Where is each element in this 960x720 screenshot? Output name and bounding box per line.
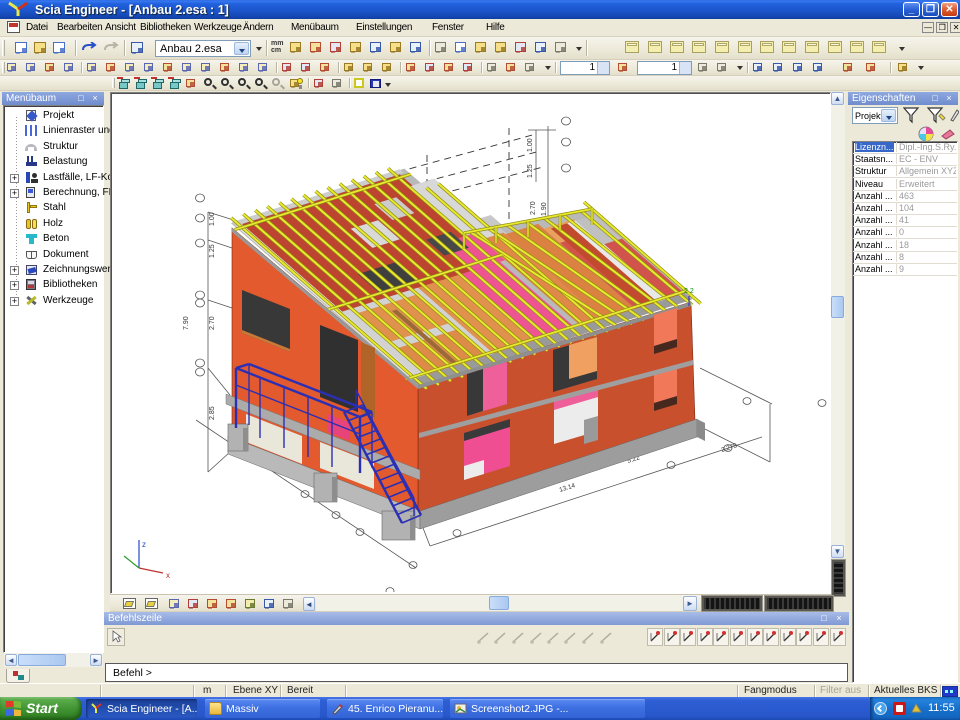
svg-text:z: z [142,540,146,549]
svg-text:x: x [166,571,170,580]
svg-text:2.70: 2.70 [530,201,537,215]
svg-text:1.25: 1.25 [527,164,534,178]
svg-text:1.25: 1.25 [209,244,216,258]
svg-text:2.70: 2.70 [209,316,216,330]
svg-text:2.85: 2.85 [209,406,216,420]
svg-text:13.14: 13.14 [558,482,576,494]
svg-text:2.275: 2.275 [720,442,738,454]
svg-text:2 2: 2 2 [684,288,694,295]
svg-text:7.90: 7.90 [183,316,190,330]
svg-text:1.90: 1.90 [541,202,548,216]
svg-text:1.00: 1.00 [209,212,216,226]
svg-text:1.00: 1.00 [527,138,534,152]
